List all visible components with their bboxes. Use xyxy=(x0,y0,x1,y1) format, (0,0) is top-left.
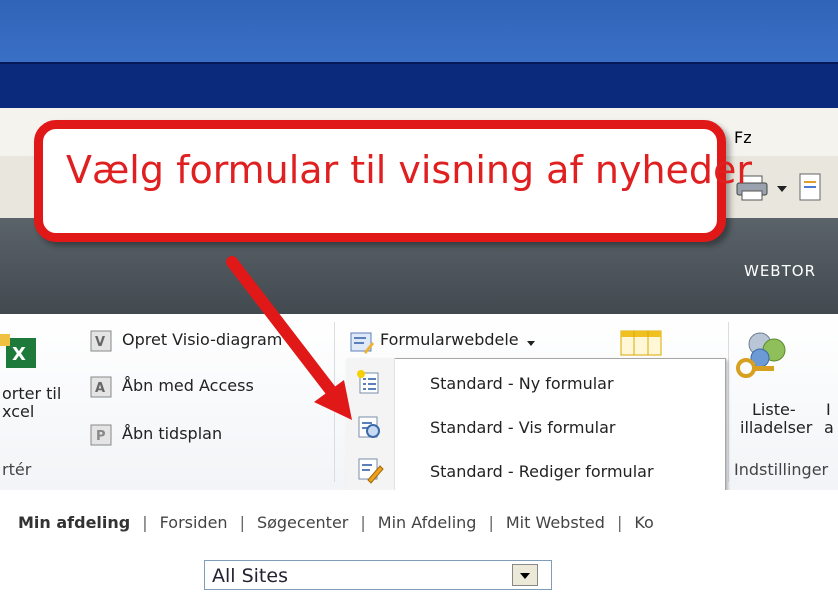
callout-arrow xyxy=(226,256,352,420)
callout-text: Vælg formular til visning af nyheder xyxy=(66,148,753,192)
